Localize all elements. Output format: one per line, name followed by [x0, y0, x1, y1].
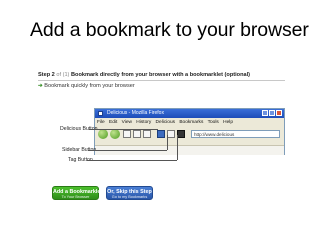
- firefox-window-screenshot: Delicious - Mozilla Firefox File Edit Vi…: [94, 108, 285, 155]
- slide-title: Add a bookmark to your browser: [30, 19, 309, 41]
- sidebar-callout-riser: [167, 135, 168, 150]
- forward-icon: [110, 129, 120, 139]
- maximize-icon: [269, 110, 275, 116]
- skip-step-sublabel: Go to my Bookmarks: [111, 195, 148, 199]
- close-icon: [276, 110, 282, 116]
- add-bookmarklet-sublabel: To Your Browser: [61, 195, 90, 199]
- minimize-icon: [262, 110, 268, 116]
- sidebar-button-icon: [167, 130, 175, 138]
- delicious-callout-line: [89, 129, 158, 130]
- add-bookmarklet-button[interactable]: Add a Bookmarklet To Your Browser: [52, 186, 102, 200]
- back-icon: [98, 129, 108, 139]
- step-of: of (1): [56, 72, 70, 78]
- divider: [38, 80, 285, 81]
- browser-menubar: File Edit View History Delicious Bookmar…: [97, 120, 233, 125]
- reload-icon: [123, 130, 131, 138]
- tag-callout-line: [87, 160, 177, 161]
- address-bar: http://www.delicious: [191, 130, 280, 138]
- step-heading: Step 2 of (1) Bookmark directly from you…: [38, 72, 250, 78]
- delicious-button-icon: [157, 130, 165, 138]
- browser-titlebar: Delicious - Mozilla Firefox: [95, 109, 284, 118]
- window-controls: [262, 110, 282, 116]
- step-number: Step 2: [38, 72, 55, 78]
- home-icon: [143, 130, 151, 138]
- tag-callout-riser: [177, 135, 178, 160]
- step-description: Bookmark directly from your browser with…: [70, 72, 251, 78]
- tag-button-icon: [177, 130, 185, 138]
- sidebar-callout-line: [88, 150, 167, 151]
- quick-bookmark-text: Bookmark quickly from your browser: [44, 83, 135, 89]
- arrow-right-icon: ➔: [38, 83, 43, 89]
- firefox-icon: [98, 111, 103, 116]
- quick-bookmark-hint: ➔ Bookmark quickly from your browser: [38, 83, 135, 89]
- skip-step-button[interactable]: Or, Skip this Step Go to my Bookmarks: [106, 186, 153, 200]
- stop-icon: [133, 130, 141, 138]
- browser-window-title: Delicious - Mozilla Firefox: [107, 110, 164, 116]
